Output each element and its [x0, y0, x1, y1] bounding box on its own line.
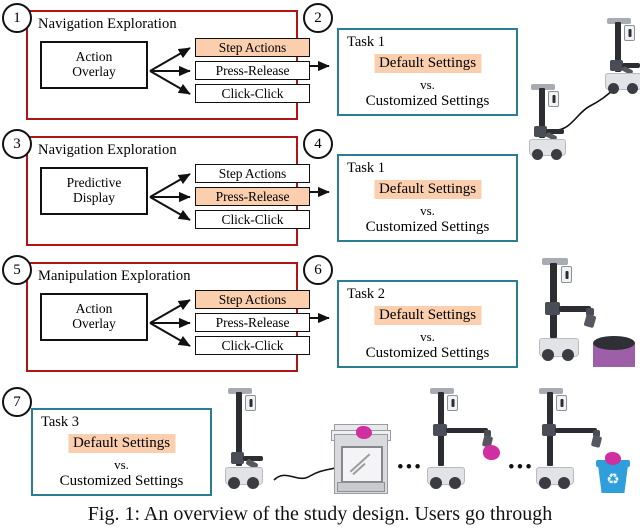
default-settings-badge: Default Settings	[373, 54, 482, 73]
customized-settings-label: Customized Settings	[59, 473, 184, 489]
source-label-line2: Overlay	[72, 316, 116, 331]
robot-illustration-manipulation	[536, 258, 597, 368]
exploration-title: Manipulation Exploration	[38, 268, 191, 284]
option-label: Click-Click	[221, 337, 284, 353]
task-label: Task 1	[347, 160, 386, 176]
source-label-line1: Predictive	[66, 175, 122, 191]
option-label: Press-Release	[215, 62, 290, 78]
option-click-click[interactable]: Click-Click	[195, 84, 310, 103]
step-marker-5: 5	[2, 255, 32, 285]
versus-label: vs.	[420, 77, 435, 92]
versus-label: vs.	[420, 203, 435, 218]
step-number: 3	[13, 135, 21, 152]
source-label-line1: Action	[75, 49, 113, 65]
interface-source-box: Action Overlay	[40, 41, 148, 89]
robot-illustration-task3-start	[222, 388, 266, 498]
step-marker-2: 2	[303, 3, 333, 33]
branch-arrows-icon	[149, 47, 191, 95]
robot-illustration-nav-a	[524, 84, 566, 162]
ellipsis-1: •••	[397, 457, 423, 478]
pink-cloth-object-on-stove	[356, 426, 372, 439]
figure-canvas: 1 Navigation Exploration Action Overlay …	[0, 0, 640, 531]
step-number: 2	[314, 9, 322, 26]
task-panel-7: Task 3 Default Settings vs. Customized S…	[31, 408, 212, 496]
ellipsis-2: •••	[508, 457, 534, 478]
option-press-release[interactable]: Press-Release	[195, 187, 310, 206]
robot-illustration-task3-carry	[424, 388, 494, 498]
default-settings-badge: Default Settings	[373, 180, 482, 199]
option-label: Press-Release	[215, 314, 290, 330]
pink-cloth-object-carried	[483, 445, 500, 460]
figure-caption: Fig. 1: An overview of the study design.…	[87, 503, 553, 525]
task-panel-4: Task 1 Default Settings vs. Customized S…	[337, 154, 518, 242]
pink-cloth-object-in-bin	[605, 452, 621, 465]
interface-source-box: Predictive Display	[40, 167, 148, 215]
option-click-click[interactable]: Click-Click	[195, 210, 310, 229]
source-label-line2: Overlay	[72, 64, 116, 79]
option-label: Step Actions	[218, 39, 287, 55]
option-label: Step Actions	[218, 291, 287, 307]
step-number: 1	[13, 9, 21, 26]
option-press-release[interactable]: Press-Release	[195, 313, 310, 332]
step-marker-6: 6	[303, 255, 333, 285]
source-label-line1: Action	[75, 301, 113, 317]
task-label: Task 3	[41, 414, 80, 430]
task-panel-2: Task 1 Default Settings vs. Customized S…	[337, 28, 518, 116]
step-number: 5	[13, 261, 21, 278]
exploration-panel-manipulation-action-overlay: Manipulation Exploration Action Overlay …	[26, 262, 310, 372]
step-marker-1: 1	[2, 3, 32, 33]
step-number: 7	[13, 393, 21, 410]
step-number: 4	[314, 135, 322, 152]
customized-settings-label: Customized Settings	[365, 219, 490, 235]
option-label: Click-Click	[221, 211, 284, 227]
default-settings-badge: Default Settings	[67, 434, 176, 453]
customized-settings-label: Customized Settings	[365, 345, 490, 361]
exploration-panel-navigation-predictive-display: Navigation Exploration Predictive Displa…	[26, 136, 310, 246]
branch-arrows-icon	[149, 299, 191, 347]
option-press-release[interactable]: Press-Release	[195, 61, 310, 80]
versus-label: vs.	[420, 329, 435, 344]
option-step-actions[interactable]: Step Actions	[195, 290, 310, 309]
task-label: Task 2	[347, 286, 386, 302]
nav-path-curve-task3	[273, 467, 336, 481]
customized-settings-label: Customized Settings	[365, 93, 490, 109]
option-label: Press-Release	[215, 188, 290, 204]
recycle-icon: ♻	[606, 472, 620, 488]
option-step-actions[interactable]: Step Actions	[195, 164, 310, 183]
step-marker-7: 7	[2, 387, 32, 417]
default-settings-badge: Default Settings	[373, 306, 482, 325]
exploration-title: Navigation Exploration	[38, 16, 177, 32]
interface-source-box: Action Overlay	[40, 293, 148, 341]
versus-label: vs.	[114, 457, 129, 472]
option-label: Click-Click	[221, 85, 284, 101]
option-step-actions[interactable]: Step Actions	[195, 38, 310, 57]
robot-illustration-task3-drop	[533, 388, 603, 498]
step-marker-4: 4	[303, 129, 333, 159]
robot-illustration-nav-b	[600, 18, 640, 96]
option-label: Step Actions	[218, 165, 287, 181]
exploration-panel-navigation-action-overlay: Navigation Exploration Action Overlay St…	[26, 10, 310, 120]
source-label-line2: Display	[73, 190, 115, 205]
branch-arrows-icon	[149, 173, 191, 221]
step-marker-3: 3	[2, 129, 32, 159]
option-click-click[interactable]: Click-Click	[195, 336, 310, 355]
task-label: Task 1	[347, 34, 386, 50]
purple-cylinder-object	[593, 336, 635, 368]
step-number: 6	[314, 261, 322, 278]
task-panel-6: Task 2 Default Settings vs. Customized S…	[337, 280, 518, 368]
exploration-title: Navigation Exploration	[38, 142, 177, 158]
